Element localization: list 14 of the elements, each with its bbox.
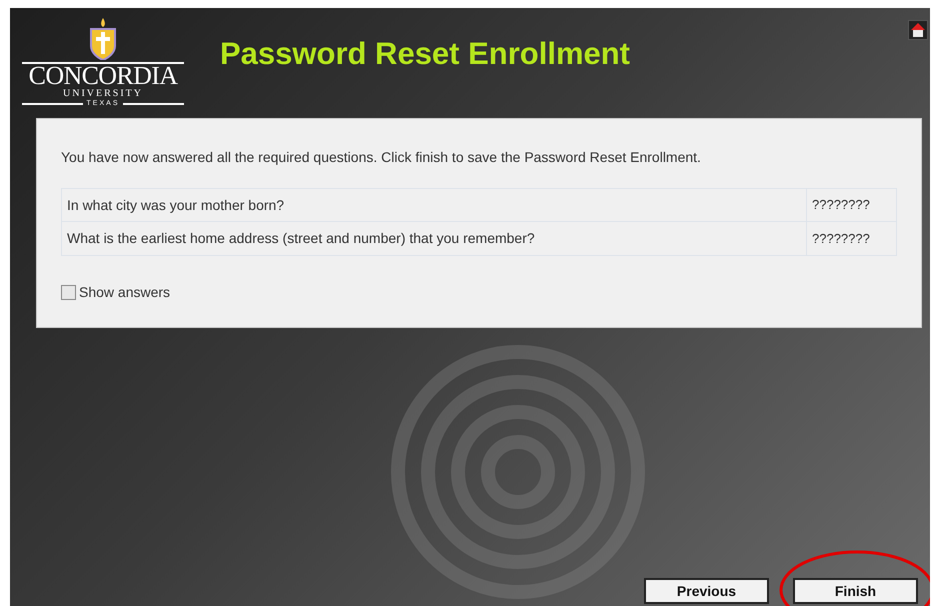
- answer-cell: ????????: [806, 189, 896, 221]
- logo-name: CONCORDIA: [28, 64, 178, 88]
- shield-icon: [88, 18, 118, 60]
- answer-cell: ????????: [806, 222, 896, 255]
- nav-button[interactable]: Finish: [793, 578, 918, 604]
- completion-message: You have now answered all the required questions. Click finish to save the Password Reset Enrollment.: [61, 148, 702, 167]
- page-title: Password Reset Enrollment: [220, 34, 630, 73]
- show-answers-checkbox[interactable]: [61, 285, 76, 300]
- checkbox-label: Show answers: [79, 283, 170, 302]
- nav-button[interactable]: Previous: [644, 578, 769, 604]
- question-cell-text: What is the earliest home address (street and number) that you remember?: [66, 229, 536, 248]
- house-icon[interactable]: [908, 20, 928, 40]
- question-cell-text: In what city was your mother born?: [66, 196, 286, 215]
- logo-subtitle: UNIVERSITY: [63, 88, 143, 99]
